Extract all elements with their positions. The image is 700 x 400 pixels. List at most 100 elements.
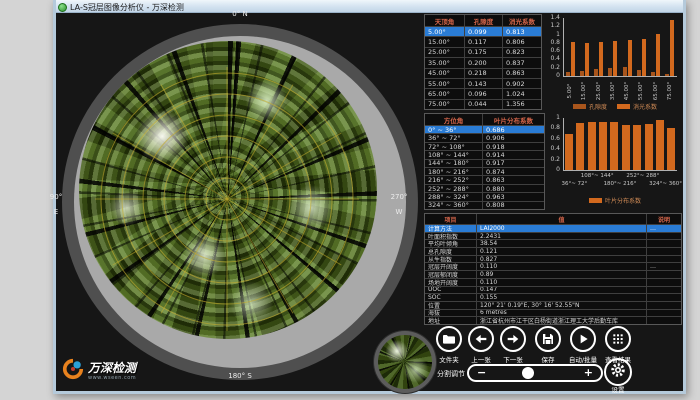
table-cell: LAI2000: [477, 225, 647, 232]
x-axis-tick-label: 55.00°: [638, 78, 644, 104]
table-cell: 45.00°: [425, 69, 465, 78]
bar: [565, 134, 573, 170]
table-cell: [647, 256, 681, 263]
table-row[interactable]: 丛生指数0.827: [425, 256, 681, 264]
table-cell: 0.963: [483, 193, 544, 200]
legend: 孔隙度消光系数: [547, 102, 683, 111]
legend-item: 叶片分布系数: [589, 196, 641, 205]
bar: [667, 128, 675, 170]
table-row[interactable]: 65.00°0.0961.024: [425, 89, 541, 99]
bar: [670, 20, 674, 76]
table-cell: [647, 302, 681, 309]
x-axis-tick-label: 5.00°: [567, 78, 573, 104]
table-cell: 55.00°: [425, 79, 465, 88]
settings-button[interactable]: [604, 358, 632, 386]
table-cell: 浙江省杭州市江干区白杨街道浙江理工大学后勤车库: [477, 317, 647, 324]
table-row[interactable]: 海拔6 metres: [425, 310, 681, 318]
y-axis-tick-label: 0.8: [547, 125, 560, 131]
table-cell: 1.024: [503, 89, 541, 98]
table-row[interactable]: 35.00°0.2000.837: [425, 58, 541, 68]
column-header: 叶片分布系数: [483, 114, 544, 125]
table-cell: 场地开阔度: [425, 279, 477, 286]
table-cell: 0.902: [503, 79, 541, 88]
table-cell: SOC: [425, 294, 477, 301]
table-cell: 冠层开阔度: [425, 263, 477, 270]
table-cell: 0.110: [477, 263, 647, 270]
bar: [637, 70, 641, 76]
table-cell: 0.813: [503, 27, 541, 36]
table-cell: 36° ~ 72°: [425, 134, 483, 141]
table-cell: 15.00°: [425, 37, 465, 46]
table-cell: 0.200: [465, 58, 503, 67]
table-cell: 0.143: [465, 79, 503, 88]
table-cell: 75.00°: [425, 100, 465, 109]
table-row[interactable]: 72° ~ 108°0.918: [425, 143, 544, 151]
table-cell: 0.918: [483, 143, 544, 150]
bar: [608, 68, 612, 76]
y-axis-tick-label: 0.4: [547, 56, 560, 62]
table-cell: 0.863: [503, 69, 541, 78]
table-row[interactable]: 180° ~ 216°0.874: [425, 168, 544, 176]
table-cell: 海拔: [425, 310, 477, 317]
bar: [645, 124, 653, 170]
slider-minus-button[interactable]: −: [477, 367, 486, 379]
table-row[interactable]: UOC0.147: [425, 287, 681, 295]
table-row[interactable]: 5.00°0.0990.813: [425, 27, 541, 37]
table-cell: 252° ~ 288°: [425, 185, 483, 192]
table-cell: [647, 294, 681, 301]
bar: [594, 69, 598, 76]
table-cell: [647, 287, 681, 294]
table-cell: 0.874: [483, 168, 544, 175]
table-row[interactable]: 15.00°0.1170.806: [425, 37, 541, 47]
save-icon: [535, 326, 561, 352]
table-cell: 0.096: [465, 89, 503, 98]
table-row[interactable]: 36° ~ 72°0.906: [425, 134, 544, 142]
table-row[interactable]: 25.00°0.1750.823: [425, 48, 541, 58]
segmentation-slider[interactable]: − +: [467, 364, 603, 382]
table-row[interactable]: 0° ~ 36°0.686: [425, 126, 544, 134]
table-row[interactable]: 计算方法LAI2000…: [425, 225, 681, 233]
y-axis-tick-label: 0: [547, 167, 560, 173]
table-cell: …: [647, 263, 681, 270]
bar: [599, 122, 607, 170]
table-cell: 0.218: [465, 69, 503, 78]
table-row[interactable]: 252° ~ 288°0.880: [425, 185, 544, 193]
y-axis-tick-label: 0.6: [547, 48, 560, 54]
table-row[interactable]: 冠层开阔度0.110…: [425, 263, 681, 271]
slider-plus-button[interactable]: +: [584, 367, 593, 379]
table-row[interactable]: 45.00°0.2180.863: [425, 69, 541, 79]
table-row[interactable]: 总孔隙度0.121: [425, 248, 681, 256]
x-axis-tick-label: 15.00°: [581, 78, 587, 104]
x-axis-tick-label: 45.00°: [624, 78, 630, 104]
table-cell: 0.147: [477, 287, 647, 294]
table-cell: 叶面积指数: [425, 233, 477, 240]
thumbnail-image: [378, 335, 432, 389]
table-cell: 25.00°: [425, 48, 465, 57]
table-cell: 0.686: [483, 126, 544, 133]
column-header: 项目: [425, 214, 477, 224]
table-cell: 0.808: [483, 202, 544, 209]
y-axis-tick-label: 1: [547, 115, 560, 121]
table-row[interactable]: 地址浙江省杭州市江干区白杨街道浙江理工大学后勤车库: [425, 317, 681, 324]
table-row[interactable]: 216° ~ 252°0.863: [425, 176, 544, 184]
y-axis-tick-label: 0.8: [547, 40, 560, 46]
table-row[interactable]: 144° ~ 180°0.917: [425, 160, 544, 168]
brand-name: 万深检测: [88, 362, 136, 375]
slider-knob[interactable]: [522, 367, 534, 379]
table-row[interactable]: 场地开阔度0.110: [425, 279, 681, 287]
table-row[interactable]: SOC0.155: [425, 294, 681, 302]
compass-west-label: W: [392, 208, 406, 216]
compass-east-deg-label: 90°: [46, 193, 66, 201]
table-row[interactable]: 75.00°0.0441.356: [425, 100, 541, 109]
table-row[interactable]: 288° ~ 324°0.963: [425, 193, 544, 201]
table-row[interactable]: 55.00°0.1430.902: [425, 79, 541, 89]
table-row[interactable]: 冠层郁闭度0.89: [425, 271, 681, 279]
table-row[interactable]: 324° ~ 360°0.808: [425, 202, 544, 209]
table-row[interactable]: 位置120° 21' 0.19"E, 30° 16' 52.55"N: [425, 302, 681, 310]
canopy-fisheye-image[interactable]: [79, 41, 377, 339]
table-row[interactable]: 叶面积指数2.2431: [425, 233, 681, 241]
brand-url: www.wseen.com: [88, 375, 136, 381]
table-row[interactable]: 108° ~ 144°0.914: [425, 151, 544, 159]
table-row[interactable]: 平均叶倾角38.54: [425, 240, 681, 248]
x-axis-tick-label: 35.00°: [610, 78, 616, 104]
